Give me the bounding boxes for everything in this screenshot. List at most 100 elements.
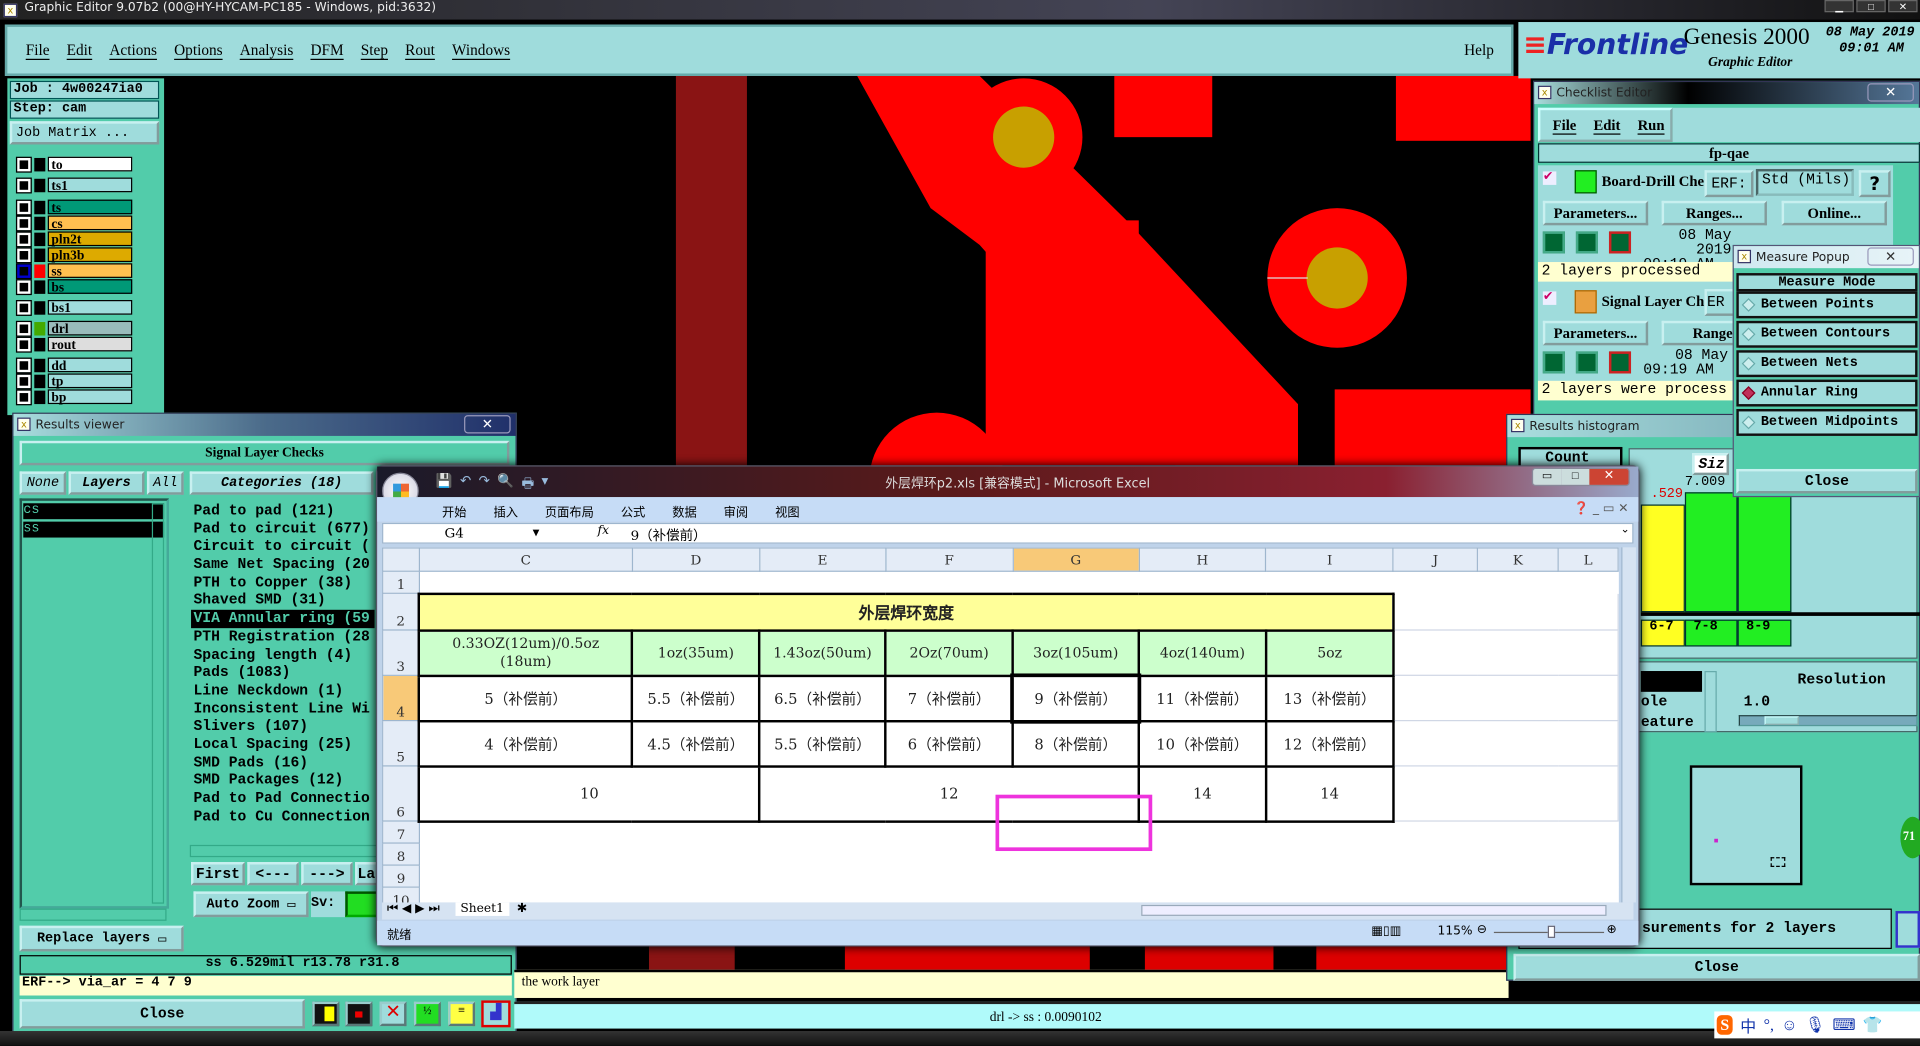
header-cell[interactable]: 0.33OZ(12um)/0.5oz (18um) [418,628,634,677]
column-header-F[interactable]: F [884,547,1014,572]
layer-checkbox[interactable] [15,176,32,193]
category-item[interactable]: PTH Registration (28 [191,628,375,646]
value-cell[interactable]: 11（补偿前） [1137,674,1268,722]
print-preview-icon[interactable]: 🔍 [497,473,514,496]
tab-review[interactable]: 审阅 [724,502,748,522]
results-close-button[interactable]: Close [19,999,305,1029]
keyboard-icon[interactable]: ⌨ [1832,1015,1855,1035]
spreadsheet-grid[interactable]: CDEFGHIJKL 1 2 外层焊环宽度 3 0.33OZ(12um)/0.5oz… [382,547,1619,903]
menu-windows[interactable]: Windows [452,41,510,59]
sheet-nav-icons[interactable]: ⏮ ◀ ▶ ⏭ [387,902,440,915]
replace-layers-dropdown[interactable]: Replace layers ▭ [19,925,184,952]
parameters-button[interactable]: Parameters... [1542,320,1649,346]
report-icon[interactable]: ≡ [448,1001,476,1027]
menu-actions[interactable]: Actions [109,41,157,59]
layer-checkbox[interactable] [15,320,32,337]
measure-mode-between-contours[interactable]: Between Contours [1736,320,1918,348]
measure-close-button[interactable]: Close [1736,468,1918,494]
sogou-icon[interactable]: S [1716,1015,1733,1035]
menu-help[interactable]: Help [1464,41,1494,59]
tab-insert[interactable]: 插入 [493,502,517,522]
row-header[interactable]: 2 [382,592,420,631]
zoom-out-icon[interactable]: ⊖ [1477,923,1487,936]
first-button[interactable]: First [191,862,245,886]
layers-hscrollbar[interactable] [19,908,167,921]
layer-row-pln2t[interactable]: pln2t [15,230,133,247]
sheet-tab-sheet1[interactable]: Sheet1 [455,902,509,916]
select-none-button[interactable]: None [19,471,67,495]
result-layers-list[interactable]: cs ss [19,498,169,909]
check-name[interactable]: Signal Layer Ch [1602,293,1705,311]
scrollbar[interactable] [1704,671,1717,733]
layer-red-icon[interactable] [345,1001,373,1027]
results-viewer-close-icon[interactable]: ✕ [464,415,511,434]
undo-icon[interactable]: ↶ [460,473,471,496]
select-all-corner[interactable] [382,547,420,572]
layer-checkbox[interactable] [15,372,32,389]
categories-hscrollbar[interactable] [189,844,380,858]
microphone-icon[interactable]: 🎙 [1805,1015,1825,1035]
column-header-G[interactable]: G [1012,547,1140,572]
chinese-mode-icon[interactable]: 中 [1740,1013,1756,1036]
category-item[interactable]: Circuit to circuit ( [191,538,375,556]
select-all-button[interactable]: All [146,471,184,495]
layer-checkbox[interactable] [15,198,32,215]
category-item[interactable]: Line Neckdown (1) [191,682,375,700]
header-cell[interactable]: 4oz(140um) [1137,628,1268,677]
parameters-button[interactable]: Parameters... [1542,200,1649,226]
value-cell[interactable]: 5.5（补偿前） [758,719,887,768]
histogram-bar[interactable] [1640,504,1685,613]
layer-row-ss[interactable]: ss [15,262,133,279]
header-cell[interactable]: 2Oz(70um) [884,628,1014,677]
customize-toolbar-icon[interactable]: ▾ [542,473,549,496]
half-icon[interactable]: ½ [413,1001,441,1027]
table-title-cell[interactable]: 外层焊环宽度 [418,592,1395,632]
column-header-L[interactable]: L [1557,547,1619,572]
redo-icon[interactable]: ↷ [479,473,490,496]
category-item[interactable]: Pads (1083) [191,664,375,682]
menu-dfm[interactable]: DFM [310,41,343,59]
value-cell[interactable]: 13（补偿前） [1264,674,1395,722]
row-header[interactable]: 4 [382,674,420,722]
checklist-menu-run[interactable]: Run [1638,116,1665,134]
layer-checkbox[interactable] [15,246,32,263]
menu-edit[interactable]: Edit [67,41,93,59]
row-header[interactable]: 1 [382,570,420,594]
layer-row-dd[interactable]: dd [15,356,133,373]
previous-button[interactable]: <--- [247,862,299,886]
column-header-I[interactable]: I [1265,547,1394,572]
layer-checkbox[interactable] [15,262,32,279]
checklist-close-icon[interactable]: ✕ [1867,83,1914,102]
layer-checkbox[interactable] [15,388,32,405]
value-cell[interactable]: 6（补偿前） [884,719,1014,768]
layer-row-bp[interactable]: bp [15,388,133,405]
view-buttons[interactable]: ▦▯▥ [1371,924,1401,937]
name-box[interactable]: G4 [444,525,463,541]
measure-mode-between-points[interactable]: Between Points [1736,291,1918,319]
column-header-J[interactable]: J [1392,547,1479,572]
check-enabled-checkbox[interactable]: ✔ [1542,171,1557,185]
category-item[interactable]: SMD Packages (12) [191,772,375,790]
value-cell[interactable]: 10（补偿前） [1137,719,1268,768]
layer-checkbox[interactable] [15,336,32,353]
excel-close-button[interactable]: ✕ [1589,468,1629,485]
run-icon[interactable] [1542,231,1565,254]
function-icon[interactable]: fx [598,524,609,537]
person-icon[interactable] [312,1001,340,1027]
layer-row-cs[interactable]: cs [15,214,133,231]
column-header-H[interactable]: H [1138,547,1267,572]
menu-rout[interactable]: Rout [405,41,435,59]
row-header[interactable]: 10 [382,886,420,903]
layer-row-ts[interactable]: ts [15,198,133,216]
value-cell[interactable]: 9（补偿前） [1010,672,1142,724]
tab-home[interactable]: 开始 [442,502,466,522]
tab-view[interactable]: 视图 [775,502,799,522]
emoji-icon[interactable]: ☺ [1781,1015,1797,1035]
header-cell[interactable]: 5oz [1264,628,1395,677]
excel-maximize-button[interactable]: □ [1561,468,1590,485]
floating-badge[interactable]: 71 [1900,816,1920,859]
row-header[interactable]: 6 [382,765,420,822]
category-item[interactable]: Pad to Pad Connectio [191,790,375,808]
category-item[interactable]: SMD Pads (16) [191,754,375,772]
value-cell[interactable]: 5.5（补偿前） [630,674,761,722]
